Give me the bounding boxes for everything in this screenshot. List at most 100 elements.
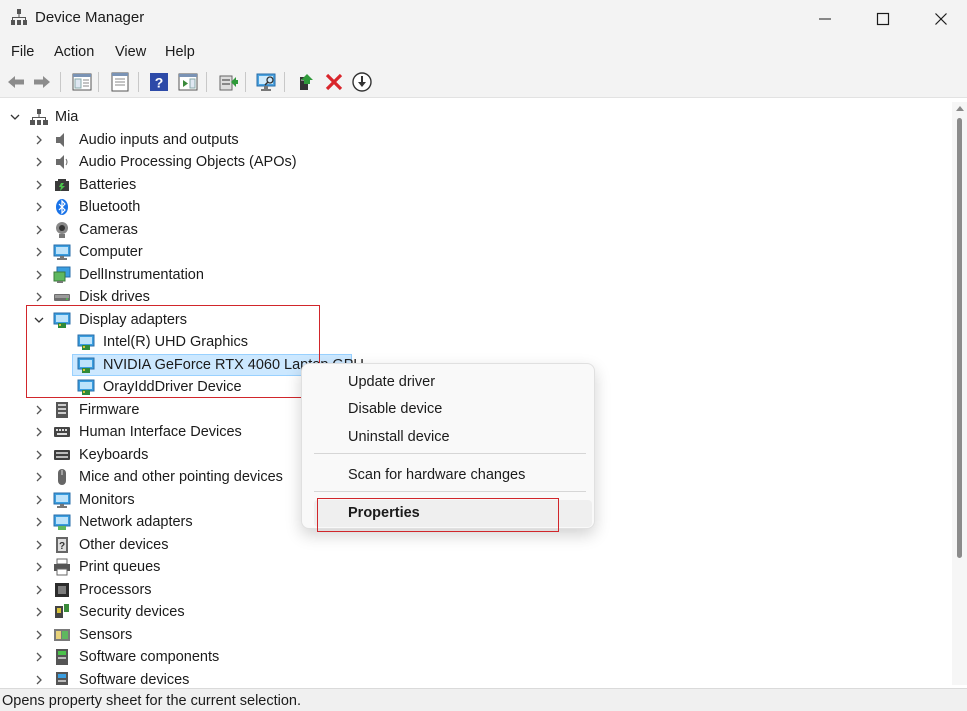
enable-device-button[interactable] [295, 71, 317, 93]
vertical-scrollbar[interactable] [952, 102, 967, 685]
update-driver-button[interactable] [217, 71, 239, 93]
computer-root-icon [30, 109, 48, 125]
chevron-right-icon[interactable] [32, 245, 46, 259]
help-button[interactable]: ? [148, 71, 170, 93]
tree-category-label: Batteries [79, 176, 137, 193]
tree-category-sensors[interactable]: Sensors [0, 624, 940, 646]
tree-category-label: Sensors [79, 626, 133, 643]
chevron-right-icon[interactable] [32, 515, 46, 529]
tree-category-label: Software devices [79, 671, 190, 686]
menu-view[interactable]: View [115, 44, 146, 60]
menu-help[interactable]: Help [165, 44, 195, 60]
tree-category-dellinstrumentation[interactable]: DellInstrumentation [0, 264, 940, 286]
context-update-driver[interactable]: Update driver [314, 369, 592, 396]
status-text: Opens property sheet for the current sel… [2, 693, 302, 709]
tree-category-processors[interactable]: Processors [0, 579, 940, 601]
chevron-right-icon[interactable] [32, 155, 46, 169]
chevron-right-icon[interactable] [32, 200, 46, 214]
tree-root[interactable]: Mia [0, 106, 940, 128]
context-uninstall-device[interactable]: Uninstall device [314, 424, 592, 451]
context-item-label: Scan for hardware changes [348, 467, 526, 483]
scan-hardware-button[interactable] [255, 71, 277, 93]
chevron-right-icon[interactable] [32, 425, 46, 439]
menu-file[interactable]: File [11, 44, 34, 60]
chevron-right-icon[interactable] [32, 583, 46, 597]
minimize-button[interactable] [797, 0, 855, 38]
chevron-right-icon[interactable] [32, 268, 46, 282]
tree-category-software-devices[interactable]: Software devices [0, 669, 940, 686]
show-hide-console-tree-icon [72, 73, 92, 91]
monitors-icon [53, 492, 71, 508]
chevron-right-icon[interactable] [32, 538, 46, 552]
properties-sheet-button[interactable] [109, 71, 131, 93]
tree-category-label: Print queues [79, 559, 161, 575]
mice-and-other-pointing-devices-icon [58, 469, 66, 485]
software-components-icon [56, 649, 68, 665]
tree-category-label: Cameras [79, 221, 138, 238]
disk-drives-icon [54, 294, 70, 301]
tree-category-label: Other devices [79, 536, 169, 553]
close-icon [935, 13, 947, 25]
chevron-right-icon[interactable] [32, 650, 46, 664]
chevron-right-icon[interactable] [32, 673, 46, 686]
disable-device-button[interactable] [351, 71, 373, 93]
uninstall-device-button[interactable] [323, 71, 345, 93]
bluetooth-icon [56, 199, 68, 215]
tree-category-audio-processing-objects-apos[interactable]: Audio Processing Objects (APOs) [0, 151, 940, 173]
chevron-right-icon[interactable] [32, 605, 46, 619]
tree-category-cameras[interactable]: Cameras [0, 219, 940, 241]
sensors-icon [54, 628, 70, 641]
close-button[interactable] [913, 0, 967, 38]
chevron-right-icon[interactable] [32, 403, 46, 417]
context-scan-hardware[interactable]: Scan for hardware changes [314, 462, 592, 489]
tree-category-audio-inputs-and-outputs[interactable]: Audio inputs and outputs [0, 129, 940, 151]
tree-category-label: Computer [79, 244, 143, 260]
tree-category-label: Bluetooth [79, 199, 141, 215]
tree-category-label: DellInstrumentation [79, 266, 204, 283]
forward-button[interactable] [31, 71, 53, 93]
back-arrow-icon [8, 76, 24, 88]
tree-category-print-queues[interactable]: Print queues [0, 556, 940, 578]
tree-root-label: Mia [55, 109, 79, 125]
human-interface-devices-icon [54, 427, 70, 437]
tree-category-label: Processors [79, 581, 152, 598]
action-pane-button[interactable] [177, 71, 199, 93]
scroll-up-arrow-icon[interactable] [956, 106, 964, 111]
chevron-down-icon[interactable] [8, 110, 22, 124]
tree-category-batteries[interactable]: Batteries [0, 174, 940, 196]
chevron-right-icon[interactable] [32, 448, 46, 462]
menu-action[interactable]: Action [54, 44, 94, 60]
maximize-button[interactable] [855, 0, 913, 38]
tree-category-label: Human Interface Devices [79, 424, 242, 440]
firmware-icon [56, 401, 68, 418]
chevron-right-icon[interactable] [32, 560, 46, 574]
dellinstrumentation-icon [53, 266, 71, 283]
chevron-right-icon[interactable] [32, 470, 46, 484]
action-pane-icon [178, 73, 198, 91]
context-menu: Update driver Disable device Uninstall d… [301, 363, 595, 532]
tree-category-other-devices[interactable]: ? Other devices [0, 534, 940, 556]
show-hide-console-tree-button[interactable] [71, 71, 93, 93]
context-item-label: Disable device [348, 401, 443, 417]
tree-category-computer[interactable]: Computer [0, 241, 940, 263]
uninstall-x-icon [325, 73, 343, 91]
tree-category-security-devices[interactable]: Security devices [0, 601, 940, 623]
context-disable-device[interactable]: Disable device [314, 396, 592, 423]
chevron-right-icon[interactable] [32, 133, 46, 147]
tree-category-label: Audio Processing Objects (APOs) [79, 154, 297, 170]
tree-category-label: Monitors [79, 491, 135, 508]
tree-category-bluetooth[interactable]: Bluetooth [0, 196, 940, 218]
scroll-thumb[interactable] [957, 118, 962, 558]
scan-hardware-icon [256, 73, 276, 91]
toolbar-separator [245, 72, 246, 92]
chevron-right-icon[interactable] [32, 628, 46, 642]
tree-category-software-components[interactable]: Software components [0, 646, 940, 668]
toolbar-separator [138, 72, 139, 92]
chevron-right-icon[interactable] [32, 178, 46, 192]
svg-text:?: ? [155, 75, 164, 91]
chevron-right-icon[interactable] [32, 223, 46, 237]
tree-category-label: Audio inputs and outputs [79, 131, 239, 148]
chevron-right-icon[interactable] [32, 493, 46, 507]
back-button[interactable] [5, 71, 27, 93]
chevron-right-icon[interactable] [32, 290, 46, 304]
